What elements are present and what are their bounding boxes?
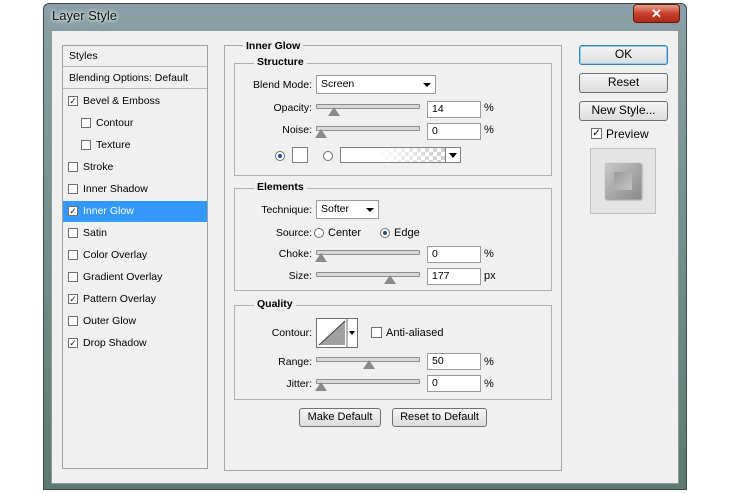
style-item-pattern-overlay[interactable]: ✓ Pattern Overlay [63,289,207,310]
noise-slider[interactable] [316,126,420,131]
anti-aliased-checkbox[interactable] [371,327,382,338]
reset-button[interactable]: Reset [579,73,668,93]
anti-aliased-label[interactable]: Anti-aliased [386,327,443,339]
pattern-overlay-checkbox[interactable]: ✓ [68,294,78,304]
inner-glow-title: Inner Glow [243,40,304,52]
gradient-swatch[interactable] [340,147,446,163]
size-unit: px [484,270,496,282]
satin-checkbox[interactable] [68,228,78,238]
close-button[interactable]: ✕ [633,4,680,23]
noise-label: Noise: [282,124,312,136]
size-slider-thumb[interactable] [384,275,396,284]
color-swatch[interactable] [292,147,308,163]
opacity-field[interactable]: 14 [427,101,481,118]
source-edge-label[interactable]: Edge [394,227,420,239]
contour-label: Contour: [271,327,312,339]
choke-slider-thumb[interactable] [315,253,327,262]
noise-field[interactable]: 0 [427,123,481,140]
choke-slider[interactable] [316,250,420,255]
choke-field[interactable]: 0 [427,246,481,263]
range-field[interactable]: 50 [427,353,481,370]
preview-swatch [605,163,641,199]
style-item-drop-shadow[interactable]: ✓ Drop Shadow [63,333,207,354]
preview-checkbox[interactable]: ✓ [591,128,602,139]
elements-title: Elements [254,181,307,193]
style-item-gradient-overlay[interactable]: Gradient Overlay [63,267,207,288]
range-unit: % [484,356,494,368]
inner-shadow-checkbox[interactable] [68,184,78,194]
range-label: Range: [278,356,312,368]
blend-mode-label: Blend Mode: [253,79,312,91]
size-slider[interactable] [316,272,420,277]
jitter-unit: % [484,378,494,390]
reset-to-default-button[interactable]: Reset to Default [392,408,487,427]
preview-label[interactable]: Preview [606,127,649,141]
jitter-slider-thumb[interactable] [315,382,327,391]
style-item-satin[interactable]: Satin [63,223,207,244]
contour-curve-icon [318,319,355,347]
solid-color-radio[interactable] [275,151,285,161]
new-style-button[interactable]: New Style... [579,101,668,121]
source-label: Source: [275,227,312,239]
jitter-slider[interactable] [316,379,420,384]
chevron-down-icon [423,83,431,87]
texture-checkbox[interactable] [81,140,91,150]
range-slider-thumb[interactable] [363,360,375,369]
jitter-field[interactable]: 0 [427,375,481,392]
noise-slider-thumb[interactable] [315,129,327,138]
ok-button[interactable]: OK [579,45,668,65]
window-title: Layer Style [52,8,118,23]
chevron-down-icon [366,208,374,212]
choke-label: Choke: [278,248,312,260]
contour-checkbox[interactable] [81,118,91,128]
size-field[interactable]: 177 [427,268,481,285]
jitter-label: Jitter: [286,378,312,390]
stroke-checkbox[interactable] [68,162,78,172]
style-item-bevel-emboss[interactable]: ✓ Bevel & Emboss [63,91,207,112]
gradient-dropdown-button[interactable] [445,147,461,163]
opacity-label: Opacity: [273,102,312,114]
inner-glow-checkbox[interactable]: ✓ [68,206,78,216]
blending-options-item[interactable]: Blending Options: Default [63,68,207,89]
contour-picker[interactable] [316,318,358,348]
size-label: Size: [288,270,312,282]
bevel-emboss-checkbox[interactable]: ✓ [68,96,78,106]
opacity-unit: % [484,102,494,114]
structure-title: Structure [254,56,307,68]
preview-thumbnail [590,148,656,214]
style-item-color-overlay[interactable]: Color Overlay [63,245,207,266]
noise-unit: % [484,124,494,136]
styles-list-header[interactable]: Styles [63,46,207,67]
gradient-radio[interactable] [323,151,333,161]
technique-label: Technique: [261,204,312,216]
gradient-overlay-checkbox[interactable] [68,272,78,282]
opacity-slider-thumb[interactable] [328,107,340,116]
outer-glow-checkbox[interactable] [68,316,78,326]
quality-title: Quality [254,298,296,310]
style-item-inner-shadow[interactable]: Inner Shadow [63,179,207,200]
style-item-inner-glow[interactable]: ✓ Inner Glow [63,201,207,222]
technique-select[interactable]: Softer [316,200,379,219]
style-item-contour[interactable]: Contour [63,113,207,134]
source-center-label[interactable]: Center [328,227,361,239]
color-overlay-checkbox[interactable] [68,250,78,260]
drop-shadow-checkbox[interactable]: ✓ [68,338,78,348]
make-default-button[interactable]: Make Default [299,408,381,427]
choke-unit: % [484,248,494,260]
style-item-texture[interactable]: Texture [63,135,207,156]
style-item-outer-glow[interactable]: Outer Glow [63,311,207,332]
source-edge-radio[interactable] [380,228,390,238]
blend-mode-select[interactable]: Screen [316,75,436,94]
style-item-stroke[interactable]: Stroke [63,157,207,178]
chevron-down-icon [449,153,457,158]
source-center-radio[interactable] [314,228,324,238]
